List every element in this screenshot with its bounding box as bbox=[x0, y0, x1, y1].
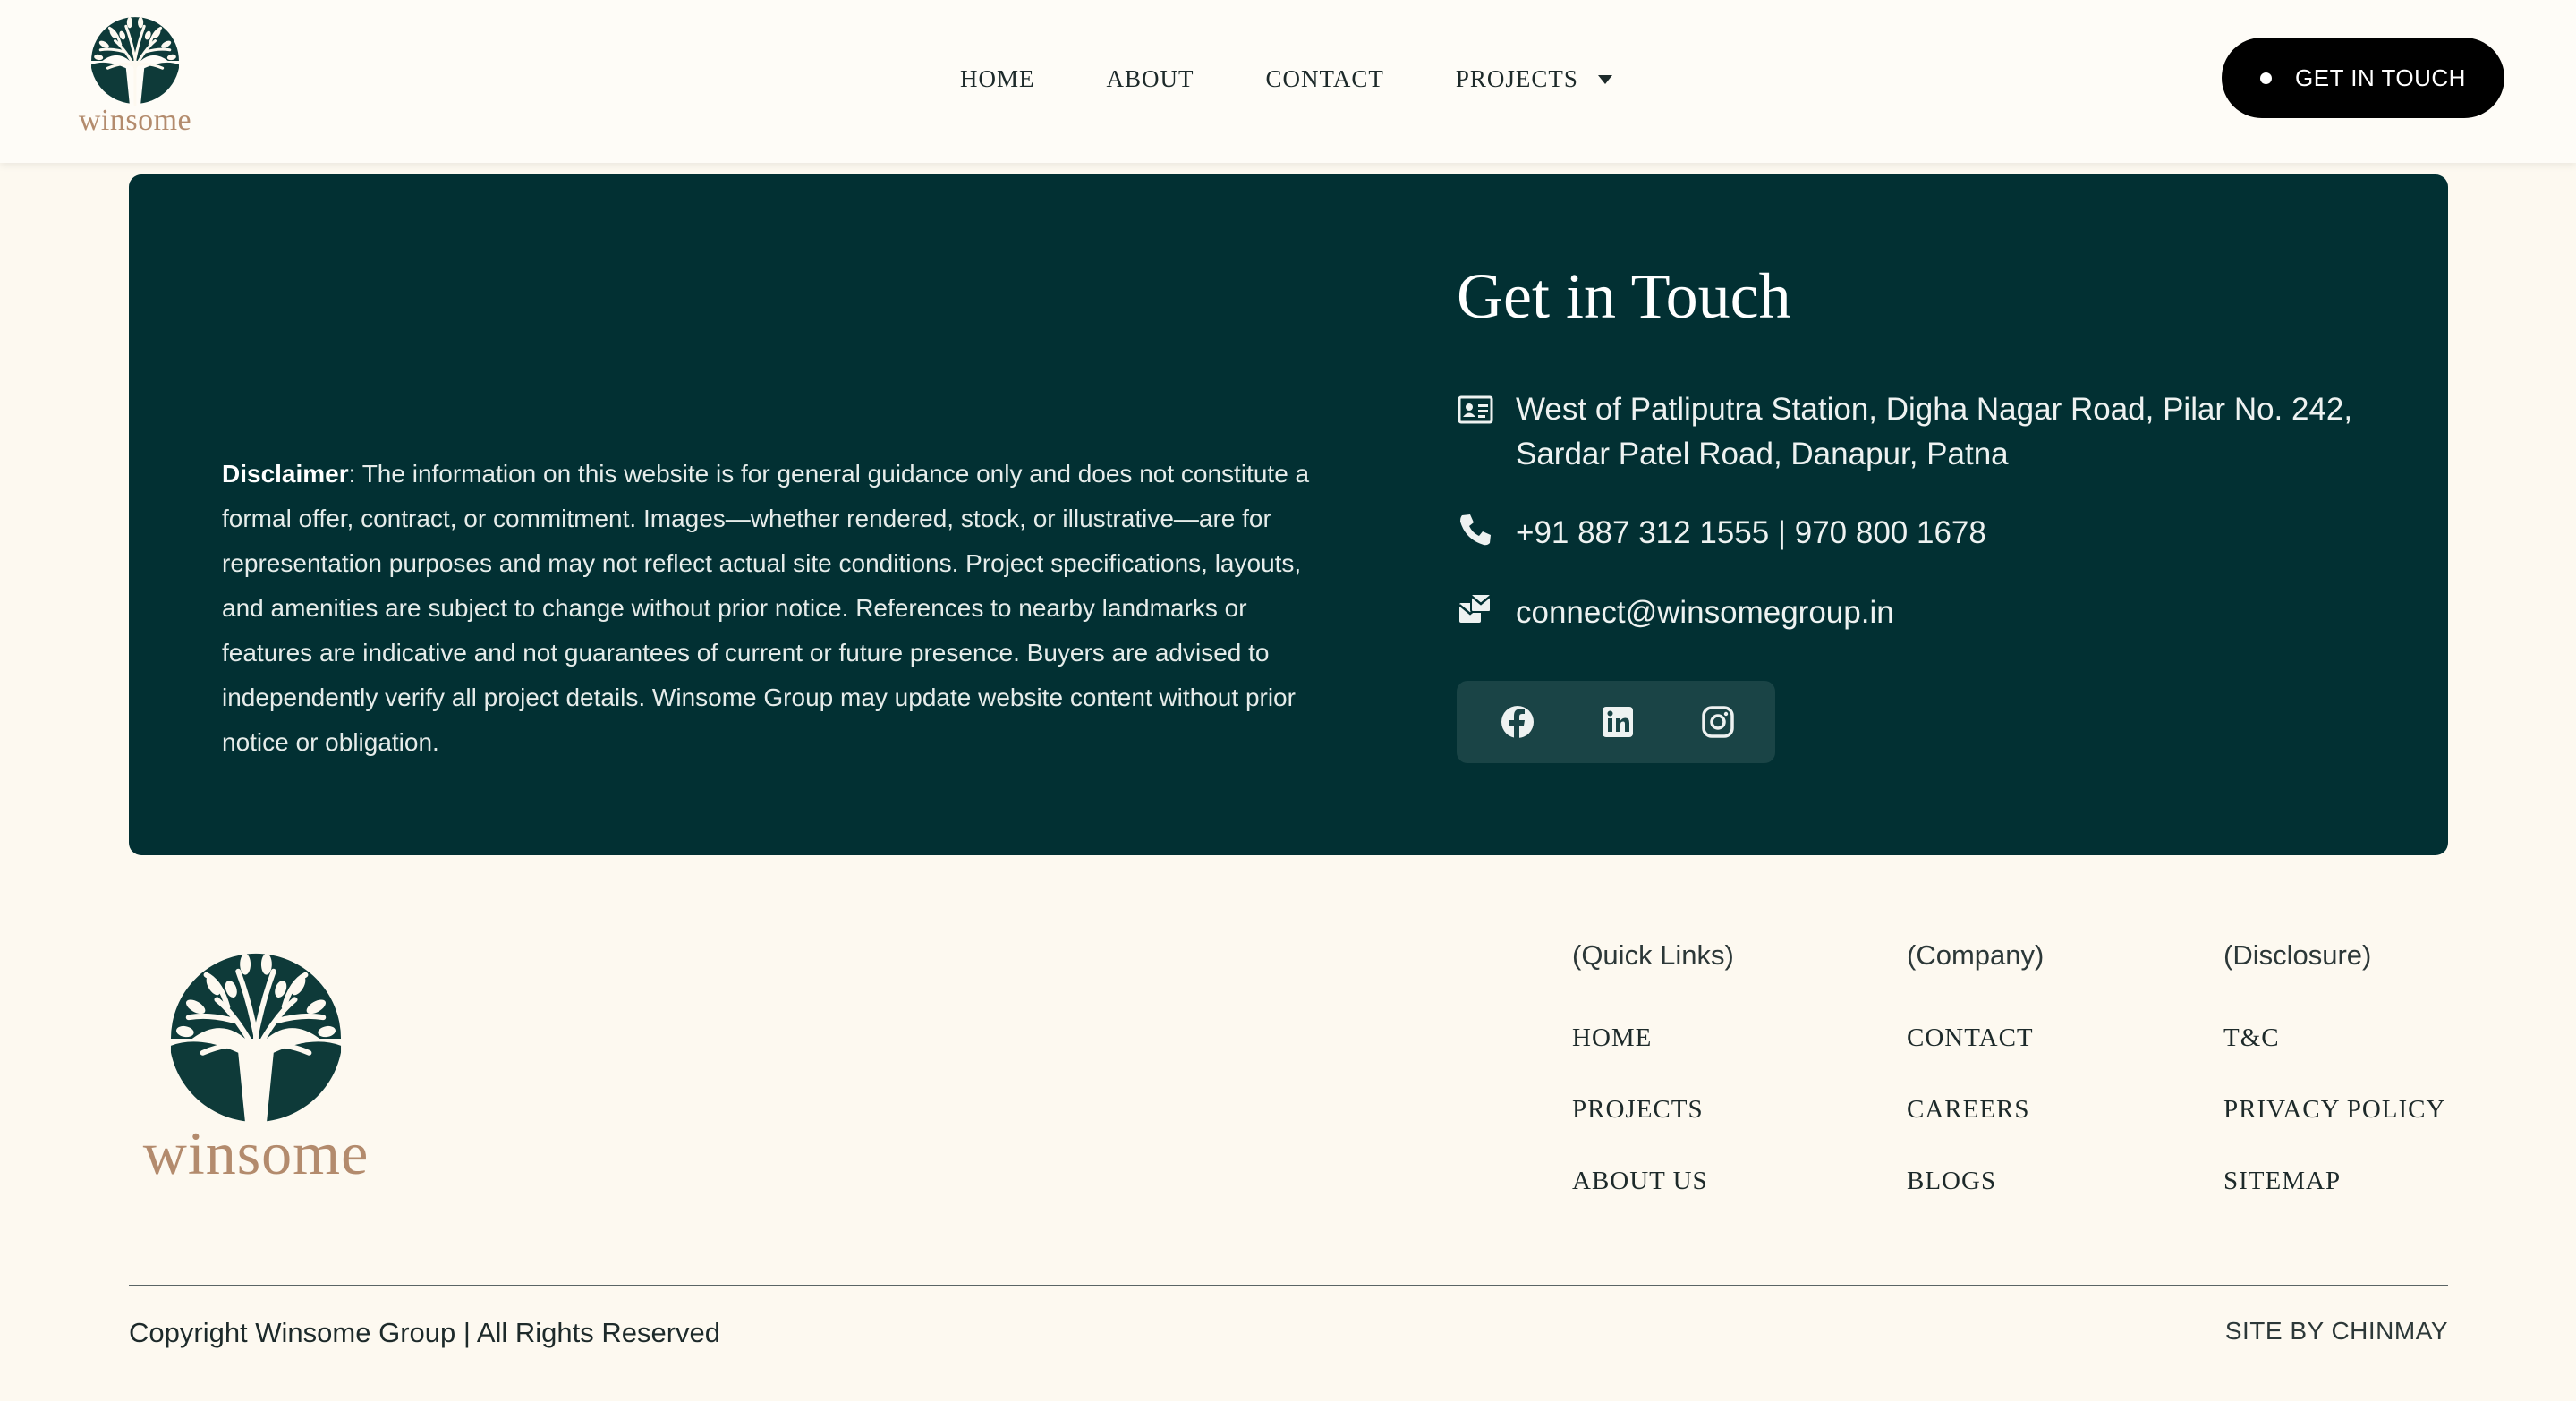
disclaimer: Disclaimer: The information on this webs… bbox=[222, 452, 1331, 765]
tree-logo-icon bbox=[89, 13, 181, 106]
get-in-touch-button[interactable]: GET IN TOUCH bbox=[2222, 38, 2504, 118]
footer-link-home[interactable]: HOME bbox=[1572, 1023, 1734, 1095]
address-row: West of Patliputra Station, Digha Nagar … bbox=[1457, 387, 2352, 477]
nav-about-label: ABOUT bbox=[1106, 64, 1194, 92]
nav-projects-label: PROJECTS bbox=[1455, 64, 1578, 92]
facebook-icon[interactable] bbox=[1500, 704, 1535, 740]
footer-logo[interactable]: winsome bbox=[134, 947, 378, 1197]
footer-column-company: (Company) CONTACT CAREERS BLOGS bbox=[1907, 939, 2044, 1238]
address-line-2: Sardar Patel Road, Danapur, Patna bbox=[1516, 437, 2009, 471]
dot-icon bbox=[2260, 72, 2273, 84]
site-header: winsome HOME ABOUT CONTACT PROJECTS GET … bbox=[0, 0, 2576, 163]
disclaimer-text: : The information on this website is for… bbox=[222, 460, 1310, 756]
disclaimer-heading: Disclaimer bbox=[222, 460, 349, 488]
footer-link-privacy-policy[interactable]: PRIVACY POLICY bbox=[2223, 1095, 2445, 1167]
get-in-touch-label: GET IN TOUCH bbox=[2295, 64, 2466, 91]
site-credit-link[interactable]: SITE BY CHINMAY bbox=[2225, 1317, 2448, 1346]
phone-row[interactable]: +91 887 312 1555 | 970 800 1678 bbox=[1457, 511, 1986, 556]
nav-contact[interactable]: CONTACT bbox=[1266, 65, 1384, 93]
email-address[interactable]: connect@winsomegroup.in bbox=[1516, 590, 1894, 635]
social-links bbox=[1457, 681, 1775, 763]
phone-numbers[interactable]: +91 887 312 1555 | 970 800 1678 bbox=[1516, 511, 1986, 556]
mail-icon bbox=[1457, 590, 1494, 628]
address-card-icon bbox=[1457, 391, 1494, 429]
nav-home[interactable]: HOME bbox=[960, 65, 1035, 93]
nav-home-label: HOME bbox=[960, 64, 1035, 92]
instagram-icon[interactable] bbox=[1700, 704, 1736, 740]
footer-link-terms[interactable]: T&C bbox=[2223, 1023, 2445, 1095]
logo-wordmark: winsome bbox=[78, 104, 192, 137]
footer-divider bbox=[129, 1285, 2448, 1286]
nav-projects[interactable]: PROJECTS bbox=[1456, 65, 1612, 93]
linkedin-icon[interactable] bbox=[1600, 704, 1636, 740]
footer-logo-wordmark: winsome bbox=[142, 1119, 370, 1187]
nav-contact-label: CONTACT bbox=[1265, 64, 1384, 92]
phone-icon bbox=[1457, 511, 1494, 548]
footer-link-careers[interactable]: CAREERS bbox=[1907, 1095, 2044, 1167]
address-line-1: West of Patliputra Station, Digha Nagar … bbox=[1516, 392, 2353, 427]
copyright-text: Copyright Winsome Group | All Rights Res… bbox=[129, 1317, 721, 1348]
footer-column-disclosure: (Disclosure) T&C PRIVACY POLICY SITEMAP bbox=[2223, 939, 2445, 1238]
get-in-touch-title: Get in Touch bbox=[1457, 260, 1791, 332]
header-logo[interactable]: winsome bbox=[70, 13, 200, 143]
main-nav: HOME ABOUT CONTACT PROJECTS bbox=[960, 59, 1612, 98]
tree-logo-icon bbox=[166, 947, 345, 1124]
contact-panel: Disclaimer: The information on this webs… bbox=[129, 174, 2448, 855]
caret-down-icon bbox=[1597, 75, 1612, 84]
footer-link-projects[interactable]: PROJECTS bbox=[1572, 1095, 1734, 1167]
footer-link-contact[interactable]: CONTACT bbox=[1907, 1023, 2044, 1095]
footer-heading-disclosure: (Disclosure) bbox=[2223, 939, 2372, 971]
footer-link-sitemap[interactable]: SITEMAP bbox=[2223, 1167, 2445, 1238]
nav-about[interactable]: ABOUT bbox=[1107, 65, 1194, 93]
footer-heading-company: (Company) bbox=[1907, 939, 2045, 971]
footer-link-about-us[interactable]: ABOUT US bbox=[1572, 1167, 1734, 1238]
footer-heading-quick-links: (Quick Links) bbox=[1572, 939, 1734, 971]
footer-column-quick-links: (Quick Links) HOME PROJECTS ABOUT US bbox=[1572, 939, 1734, 1238]
footer-link-blogs[interactable]: BLOGS bbox=[1907, 1167, 2044, 1238]
email-row[interactable]: connect@winsomegroup.in bbox=[1457, 590, 1894, 635]
